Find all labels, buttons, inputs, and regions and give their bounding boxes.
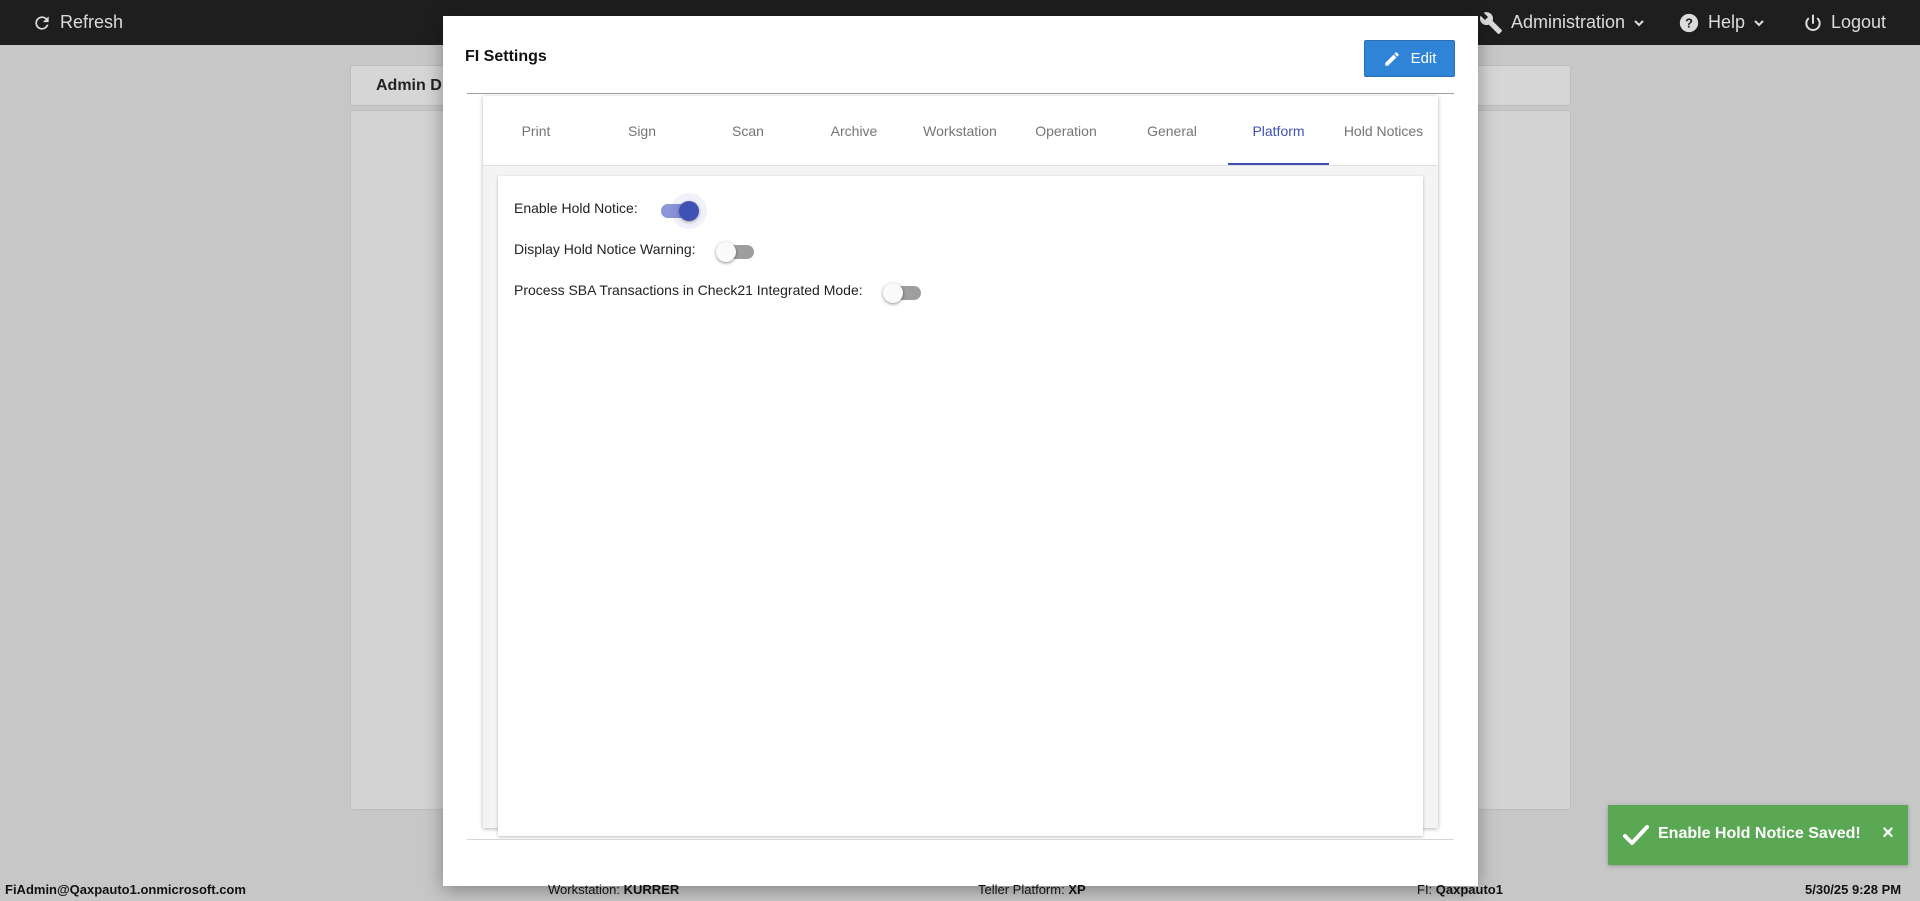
setting-label: Process SBA Transactions in Check21 Inte… [514,282,863,298]
svg-text:?: ? [1685,15,1693,30]
help-menu[interactable]: ? Help [1678,0,1765,45]
power-icon [1805,14,1821,31]
help-label: Help [1708,12,1746,32]
tab-operation[interactable]: Operation [1013,96,1119,165]
status-teller-platform: Teller Platform: XP [978,882,1086,897]
process-sba-transactions-toggle[interactable] [882,283,921,303]
settings-tab-bar: Print Sign Scan Archive Workstation Oper… [483,96,1438,166]
logout-button[interactable]: Logout [1803,0,1886,45]
dialog-header [467,40,1454,94]
toggle-knob [882,283,903,303]
display-hold-notice-warning-toggle[interactable] [715,242,754,262]
administration-menu[interactable]: Administration [1479,0,1645,45]
setting-enable-hold-notice: Enable Hold Notice: [514,196,699,221]
status-datetime: 5/30/25 9:28 PM [1805,882,1902,897]
checkmark-icon [1623,825,1649,845]
toast-close-icon[interactable]: × [1878,821,1898,845]
status-bar: FiAdmin@Qaxpauto1.onmicrosoft.com Workst… [0,878,1920,901]
chevron-down-icon [1634,19,1644,26]
toast-message: Enable Hold Notice Saved! [1658,825,1861,842]
tab-sign[interactable]: Sign [589,96,695,165]
edit-button[interactable]: Edit [1364,40,1455,77]
administration-label: Administration [1511,12,1626,32]
setting-process-sba-transactions: Process SBA Transactions in Check21 Inte… [514,278,921,303]
status-workstation: Workstation: KURRER [548,882,679,897]
setting-label: Display Hold Notice Warning: [514,241,696,257]
chevron-down-icon [1754,19,1764,26]
refresh-button[interactable]: Refresh [32,0,123,45]
tab-workstation[interactable]: Workstation [907,96,1013,165]
status-fi-label: FI: [1417,882,1433,897]
status-teller-label: Teller Platform: [978,882,1065,897]
status-workstation-label: Workstation: [548,882,621,897]
tab-general[interactable]: General [1119,96,1225,165]
pencil-icon [1384,51,1399,66]
tab-hold-notices[interactable]: Hold Notices [1329,96,1438,165]
status-fi-value: Qaxpauto1 [1435,882,1503,897]
status-teller-value: XP [1068,882,1086,897]
dialog-title: FI Settings [465,48,547,65]
status-user: FiAdmin@Qaxpauto1.onmicrosoft.com [5,882,246,897]
platform-tab-panel: Enable Hold Notice: Display Hold Notice … [498,176,1423,836]
settings-tabs-container: Print Sign Scan Archive Workstation Oper… [483,96,1438,836]
dialog-divider [467,839,1454,840]
success-toast: Enable Hold Notice Saved! × [1608,805,1908,865]
toggle-knob [715,242,736,262]
fi-settings-dialog: FI Settings Edit Print Sign Scan Archive… [443,16,1478,886]
edit-label: Edit [1410,50,1437,67]
tab-platform[interactable]: Platform [1228,96,1329,165]
tab-scan[interactable]: Scan [695,96,801,165]
tab-archive[interactable]: Archive [801,96,907,165]
help-circle-icon: ? [1679,13,1699,32]
refresh-icon [35,15,49,30]
tab-print[interactable]: Print [483,96,589,165]
setting-display-hold-notice-warning: Display Hold Notice Warning: [514,237,754,262]
status-fi: FI: Qaxpauto1 [1417,882,1503,897]
wrench-icon [1479,11,1502,34]
status-workstation-value: KURRER [623,882,680,897]
refresh-label: Refresh [60,12,124,32]
logout-label: Logout [1831,12,1887,32]
enable-hold-notice-toggle[interactable] [660,201,699,221]
toggle-knob [678,201,699,221]
setting-label: Enable Hold Notice: [514,200,638,216]
